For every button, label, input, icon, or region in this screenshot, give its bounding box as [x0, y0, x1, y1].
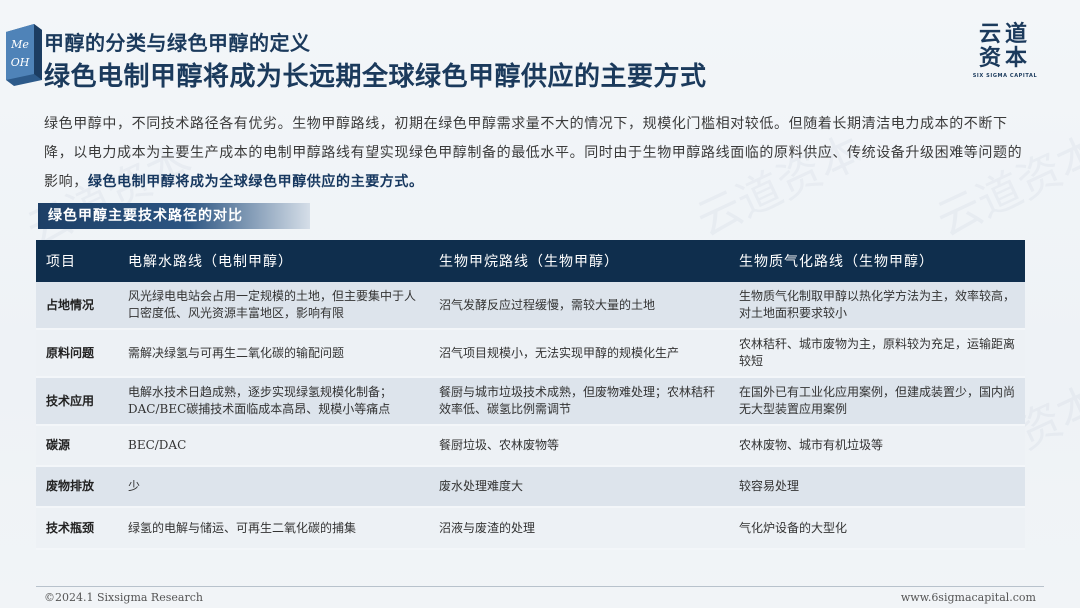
row-label: 碳源	[36, 425, 118, 467]
footer-website-link[interactable]: www.6sigmacapital.com	[901, 591, 1036, 604]
brand-cn-line1: 云道	[978, 21, 1031, 47]
cube-text-line1: Me	[10, 38, 29, 51]
page-title: 绿色电制甲醇将成为长远期全球绿色甲醇供应的主要方式	[44, 62, 707, 92]
table-cell: 气化炉设备的大型化	[729, 507, 1025, 550]
brand-en: SIX SIGMA CAPITAL	[972, 73, 1038, 79]
footer-copyright: ©2024.1 Sixsigma Research	[44, 591, 203, 604]
intro-paragraph: 绿色甲醇中，不同技术路径各有优劣。生物甲醇路线，初期在绿色甲醇需求量不大的情况下…	[44, 110, 1034, 197]
table-row: 碳源 BEC/DAC 餐厨垃圾、农林废物等 农林废物、城市有机垃圾等	[36, 425, 1025, 467]
header-biomethane: 生物甲烷路线（生物甲醇）	[429, 240, 729, 282]
table-cell: 电解水技术日趋成熟，逐步实现绿氢规模化制备；DAC/BEC碳捕技术面临成本高昂、…	[118, 377, 429, 426]
table-cell: 沼液与废渣的处理	[429, 507, 729, 550]
table-cell: 在国外已有工业化应用案例，但建成装置少，国内尚无大型装置应用案例	[729, 377, 1025, 426]
table-cell: 生物质气化制取甲醇以热化学方法为主，效率较高，对土地面积要求较小	[729, 282, 1025, 330]
row-label: 废物排放	[36, 466, 118, 508]
table-cell: 沼气项目规模小，无法实现甲醇的规模化生产	[429, 329, 729, 378]
table-row: 原料问题 需解决绿氢与可再生二氧化碳的输配问题 沼气项目规模小，无法实现甲醇的规…	[36, 329, 1025, 378]
table-cell: 少	[118, 466, 429, 508]
comparison-table: 项目 电解水路线（电制甲醇） 生物甲烷路线（生物甲醇） 生物质气化路线（生物甲醇…	[36, 240, 1025, 550]
table-cell: BEC/DAC	[118, 425, 429, 467]
header-electrolysis: 电解水路线（电制甲醇）	[118, 240, 429, 282]
cube-text-line2: OH	[11, 56, 30, 69]
row-label: 原料问题	[36, 329, 118, 378]
row-label: 技术瓶颈	[36, 507, 118, 550]
section-tag: 绿色甲醇主要技术路径的对比	[38, 203, 310, 229]
table-cell: 餐厨垃圾、农林废物等	[429, 425, 729, 467]
brand-cn-line2: 资本	[978, 45, 1031, 71]
table-row: 占地情况 风光绿电电站会占用一定规模的土地，但主要集中于人口密度低、风光资源丰富…	[36, 282, 1025, 330]
table-cell: 废水处理难度大	[429, 466, 729, 508]
page-subtitle: 甲醇的分类与绿色甲醇的定义	[44, 31, 311, 55]
table-cell: 较容易处理	[729, 466, 1025, 508]
table-row: 废物排放 少 废水处理难度大 较容易处理	[36, 466, 1025, 508]
table-cell: 农林秸秆、城市废物为主，原料较为充足，运输距离较短	[729, 329, 1025, 378]
header-item: 项目	[36, 240, 118, 282]
brand-logo: 云道 资本 SIX SIGMA CAPITAL	[970, 22, 1040, 79]
footer-divider	[36, 586, 1044, 587]
table-header-row: 项目 电解水路线（电制甲醇） 生物甲烷路线（生物甲醇） 生物质气化路线（生物甲醇…	[36, 240, 1025, 282]
table-cell: 绿氢的电解与储运、可再生二氧化碳的捕集	[118, 507, 429, 550]
table-cell: 风光绿电电站会占用一定规模的土地，但主要集中于人口密度低、风光资源丰富地区，影响…	[118, 282, 429, 330]
table-cell: 餐厨与城市垃圾技术成熟，但废物难处理；农林秸秆效率低、碳氢比例需调节	[429, 377, 729, 426]
row-label: 技术应用	[36, 377, 118, 426]
table-row: 技术应用 电解水技术日趋成熟，逐步实现绿氢规模化制备；DAC/BEC碳捕技术面临…	[36, 377, 1025, 426]
methanol-cube-icon: Me OH	[6, 24, 42, 86]
header-gasification: 生物质气化路线（生物甲醇）	[729, 240, 1025, 282]
intro-highlight: 绿色电制甲醇将成为全球绿色甲醇供应的主要方式。	[87, 174, 424, 190]
table-row: 技术瓶颈 绿氢的电解与储运、可再生二氧化碳的捕集 沼液与废渣的处理 气化炉设备的…	[36, 507, 1025, 550]
table-cell: 需解决绿氢与可再生二氧化碳的输配问题	[118, 329, 429, 378]
row-label: 占地情况	[36, 282, 118, 330]
table-cell: 农林废物、城市有机垃圾等	[729, 425, 1025, 467]
table-cell: 沼气发酵反应过程缓慢，需较大量的土地	[429, 282, 729, 330]
